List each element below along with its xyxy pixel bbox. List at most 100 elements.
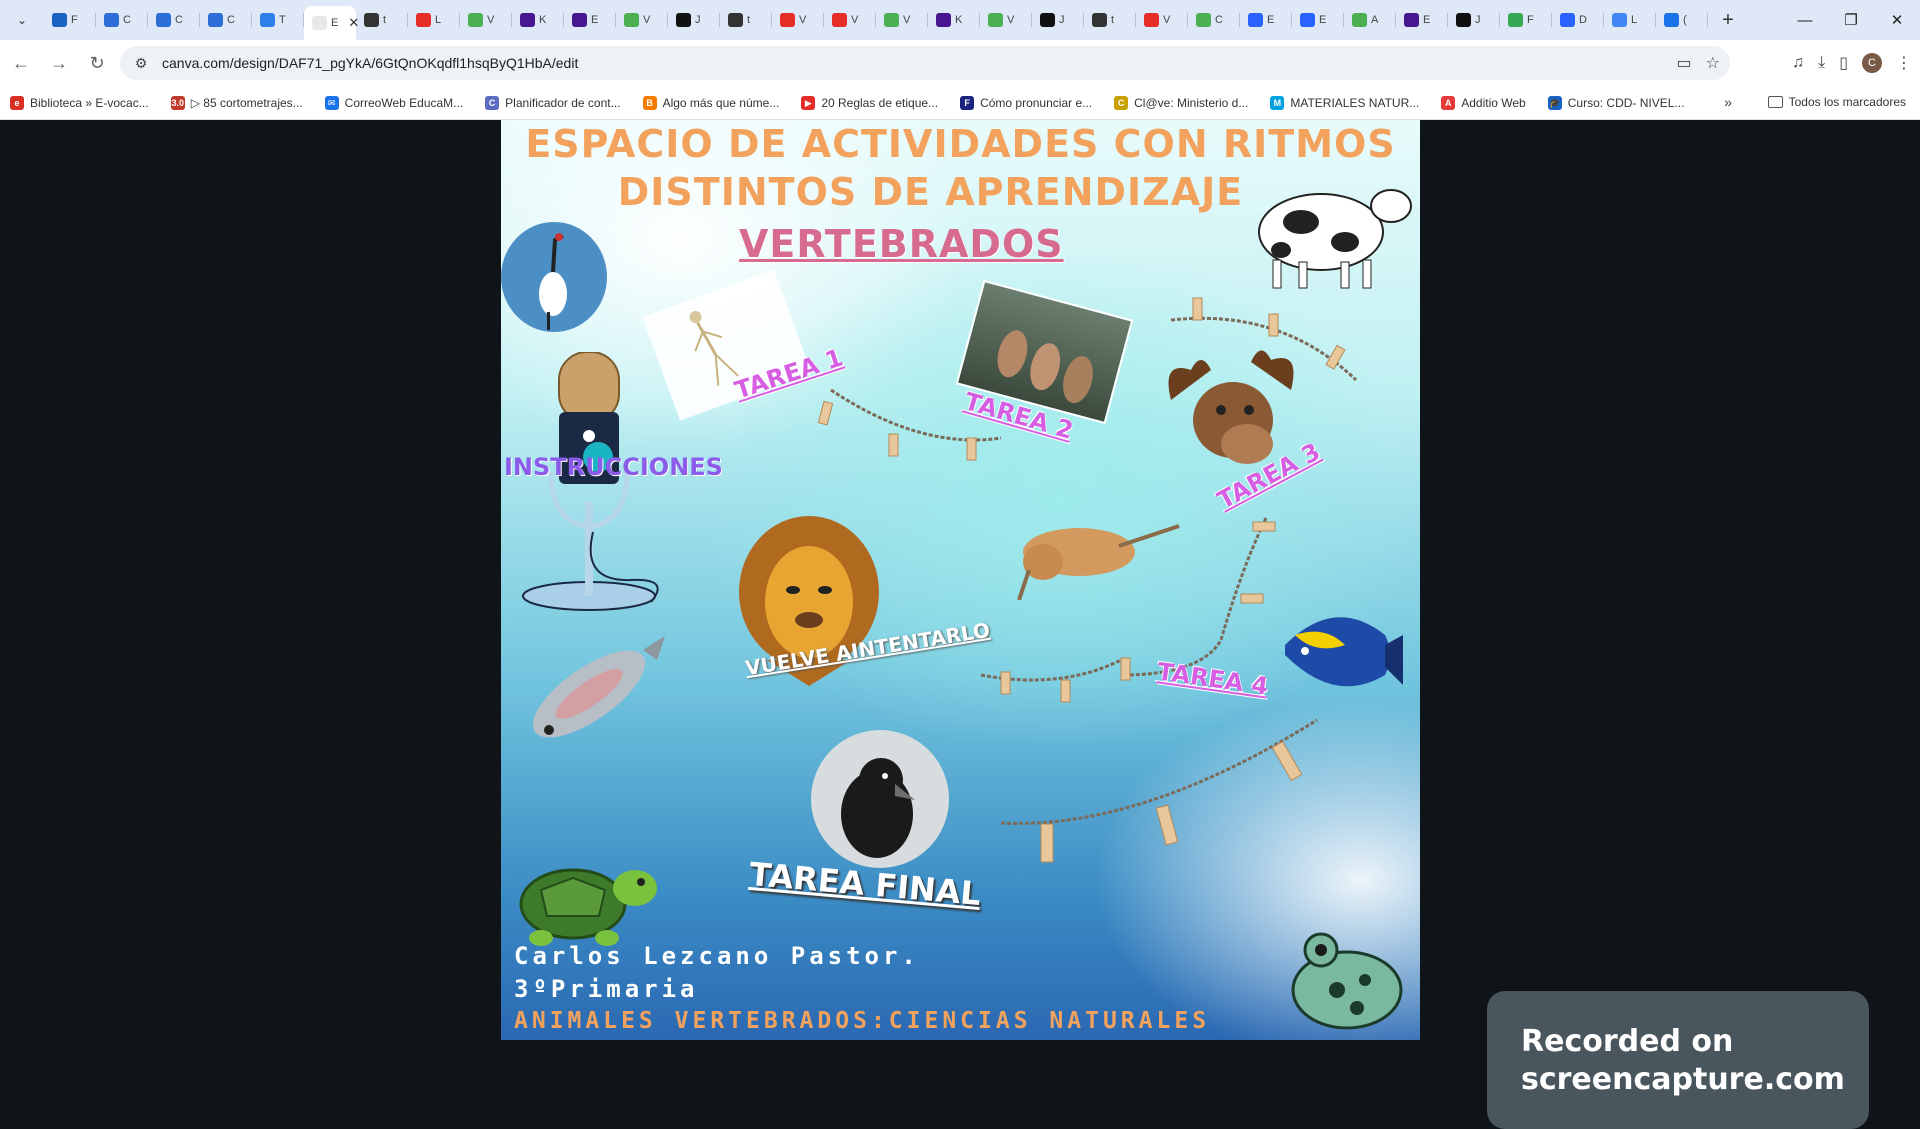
- bookmark-item[interactable]: ✉ CorreoWeb EducaM...: [324, 95, 463, 110]
- tab-label: F: [1527, 14, 1534, 26]
- tab[interactable]: C: [1188, 4, 1240, 36]
- address-bar[interactable]: ⚙ canva.com/design/DAF71_pgYkA/6GtQnOKqd…: [120, 46, 1730, 80]
- bookmark-label: Planificador de cont...: [505, 95, 621, 110]
- restore-icon[interactable]: ❐: [1828, 0, 1874, 40]
- tab-favicon-icon: [520, 13, 535, 27]
- tab-label: C: [227, 14, 235, 26]
- tab[interactable]: F: [1500, 4, 1552, 36]
- bookmark-item[interactable]: e Biblioteca » E-vocac...: [10, 95, 149, 110]
- forward-button[interactable]: →: [42, 46, 76, 80]
- tab[interactable]: C: [96, 4, 148, 36]
- tab[interactable]: E: [1396, 4, 1448, 36]
- tab[interactable]: V: [876, 4, 928, 36]
- tab-bar: ⌄ F C C C T E ✕ t L V K E V Jt V V V K V Jt V C E E A E J F D L( + — …: [0, 0, 1920, 40]
- close-window-icon[interactable]: ✕: [1874, 0, 1920, 40]
- folder-icon: [1767, 96, 1783, 108]
- microphone-image[interactable]: [511, 352, 681, 612]
- tab[interactable]: V: [980, 4, 1032, 36]
- bookmark-favicon-icon: C: [1114, 95, 1129, 110]
- crow-image[interactable]: [811, 730, 949, 868]
- poster-subtitle[interactable]: VERTEBRADOS: [739, 222, 1064, 266]
- tab[interactable]: C: [200, 4, 252, 36]
- all-bookmarks-button[interactable]: Todos los marcadores: [1767, 95, 1906, 109]
- bookmark-label: Biblioteca » E-vocac...: [30, 95, 149, 110]
- tab-label: A: [1371, 14, 1379, 26]
- tab[interactable]: V: [460, 4, 512, 36]
- tab-favicon-icon: [104, 13, 119, 27]
- tab[interactable]: T: [252, 4, 304, 36]
- tab[interactable]: A: [1344, 4, 1396, 36]
- bookmark-item[interactable]: 3.0 ▷ 85 cortometrajes...: [170, 95, 303, 110]
- canva-poster: ESPACIO DE ACTIVIDADES CON RITMOS DISTIN…: [501, 120, 1420, 1040]
- bookmark-star-icon[interactable]: ☆: [1706, 53, 1720, 73]
- minimize-icon[interactable]: —: [1782, 0, 1828, 40]
- cow-image[interactable]: [1241, 170, 1420, 290]
- tab[interactable]: E: [564, 4, 616, 36]
- menu-icon[interactable]: ⋮: [1896, 53, 1912, 73]
- tab-favicon-icon: [832, 13, 847, 27]
- tab-label: E: [1423, 14, 1431, 26]
- bookmark-label: Additio Web: [1461, 95, 1526, 110]
- tab-favicon-icon: [676, 13, 691, 27]
- tab-label: V: [1163, 14, 1171, 26]
- tab[interactable]: J: [1032, 4, 1084, 36]
- bookmark-item[interactable]: C Planificador de cont...: [485, 95, 621, 110]
- tab[interactable]: F: [44, 4, 96, 36]
- tab-active[interactable]: E ✕: [304, 6, 359, 40]
- tropical-fish-image[interactable]: [1275, 595, 1405, 705]
- reload-button[interactable]: ↻: [80, 46, 114, 80]
- tab[interactable]: J: [1448, 4, 1500, 36]
- bookmark-item[interactable]: F Cómo pronunciar e...: [960, 95, 1092, 110]
- tab[interactable]: K: [928, 4, 980, 36]
- tab[interactable]: C: [148, 4, 200, 36]
- tab[interactable]: J: [668, 4, 720, 36]
- tab[interactable]: L: [1604, 4, 1656, 36]
- tab[interactable]: V: [772, 4, 824, 36]
- tab[interactable]: L: [408, 4, 460, 36]
- media-controls-icon[interactable]: ♫: [1792, 54, 1804, 72]
- tab-search-icon[interactable]: ⌄: [6, 4, 38, 36]
- new-tab-button[interactable]: +: [1714, 6, 1742, 34]
- tab[interactable]: t: [356, 4, 408, 36]
- url-text[interactable]: canva.com/design/DAF71_pgYkA/6GtQnOKqdfl…: [162, 55, 578, 71]
- cast-icon[interactable]: ▭: [1677, 53, 1692, 73]
- tab-favicon-icon: [1508, 13, 1523, 27]
- browser-toolbar: ← → ↻ ⚙ canva.com/design/DAF71_pgYkA/6Gt…: [0, 40, 1920, 86]
- bookmark-item[interactable]: ▶ 20 Reglas de etique...: [801, 95, 938, 110]
- tab[interactable]: t: [1084, 4, 1136, 36]
- bookmark-item[interactable]: 🎓 Curso: CDD- NIVEL...: [1547, 95, 1684, 110]
- tab[interactable]: K: [512, 4, 564, 36]
- bookmark-item[interactable]: M MATERIALES NATUR...: [1270, 95, 1420, 110]
- tab[interactable]: V: [824, 4, 876, 36]
- tab[interactable]: t: [720, 4, 772, 36]
- bookmarks-overflow-icon[interactable]: »: [1724, 94, 1732, 110]
- tab-favicon-icon: [780, 13, 795, 27]
- tab-label: C: [175, 14, 183, 26]
- site-info-icon[interactable]: ⚙: [124, 46, 158, 80]
- tab-label: E: [331, 17, 339, 29]
- frog-image[interactable]: [1281, 920, 1411, 1040]
- bookmark-favicon-icon: A: [1441, 95, 1456, 110]
- profile-avatar[interactable]: C: [1862, 53, 1882, 73]
- turtle-image[interactable]: [511, 850, 661, 950]
- salmon-image[interactable]: [517, 630, 667, 760]
- tab-favicon-icon: [1404, 13, 1419, 27]
- tab[interactable]: E: [1292, 4, 1344, 36]
- bookmark-item[interactable]: C Cl@ve: Ministerio d...: [1114, 95, 1248, 110]
- tab[interactable]: D: [1552, 4, 1604, 36]
- tab-label: (: [1683, 14, 1687, 26]
- bookmark-label: MATERIALES NATUR...: [1290, 95, 1420, 110]
- instructions-label[interactable]: INSTRUCCIONES: [504, 453, 723, 481]
- tab[interactable]: V: [1136, 4, 1188, 36]
- tab[interactable]: E: [1240, 4, 1292, 36]
- side-panel-icon[interactable]: ▯: [1839, 53, 1848, 73]
- tab[interactable]: (: [1656, 4, 1708, 36]
- download-icon[interactable]: ⤓: [1818, 54, 1825, 72]
- hanging-dog-image[interactable]: [1009, 490, 1189, 600]
- tab[interactable]: V: [616, 4, 668, 36]
- tab-favicon-icon: [468, 13, 483, 27]
- bookmark-item[interactable]: B Algo más que núme...: [642, 95, 779, 110]
- back-button[interactable]: ←: [4, 46, 38, 80]
- bookmark-item[interactable]: A Additio Web: [1441, 95, 1526, 110]
- tab-favicon-icon: [1248, 13, 1263, 27]
